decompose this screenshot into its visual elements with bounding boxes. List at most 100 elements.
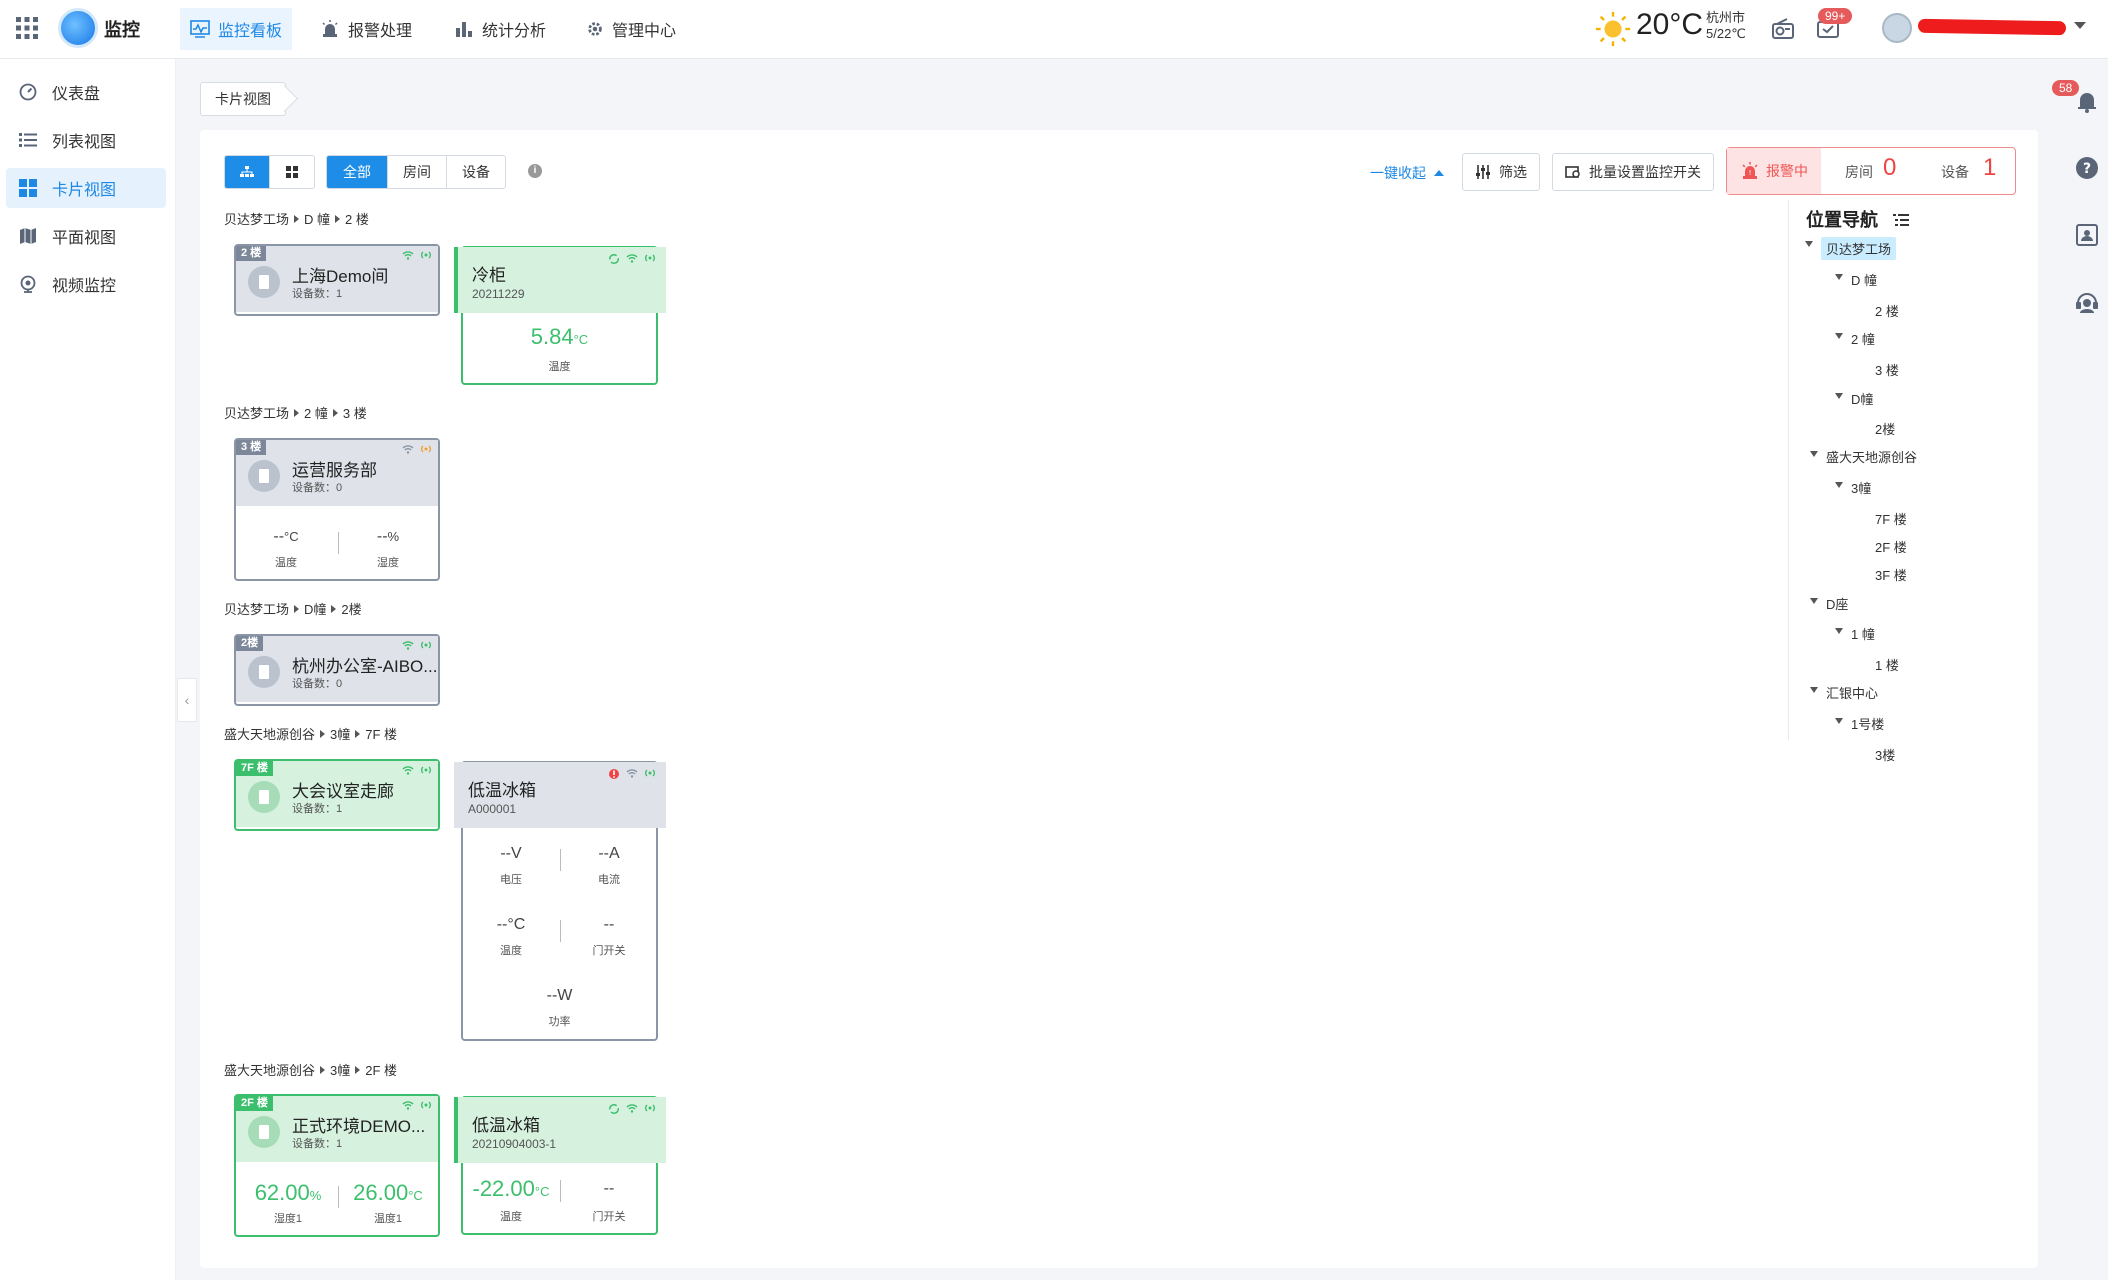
- tree-node[interactable]: D幢: [1835, 389, 1873, 408]
- tree-list-icon[interactable]: [1893, 214, 1910, 226]
- alarm-device-count[interactable]: 1: [1983, 154, 1996, 182]
- chevron-down-icon[interactable]: [2074, 22, 2086, 29]
- screen-user-icon[interactable]: [2074, 222, 2100, 248]
- room-card[interactable]: 2 楼 上海Demo间 设备数：1: [234, 244, 440, 316]
- sidebar: 仪表盘 列表视图 卡片视图 平面视图 视频监控: [0, 59, 176, 1280]
- device-card[interactable]: 冷柜 20211229 5.84°C 温度: [454, 246, 666, 385]
- tree-node[interactable]: 3楼: [1875, 745, 1895, 764]
- device-count: 设备数：1: [292, 803, 343, 815]
- nav-monitor-board[interactable]: 监控看板: [180, 8, 293, 50]
- sidebar-item-label: 仪表盘: [52, 86, 101, 103]
- room-card[interactable]: 7F 楼 大会议室走廊 设备数：1: [234, 759, 440, 831]
- divider: [338, 532, 339, 554]
- sidebar-item-video[interactable]: 视频监控: [6, 264, 166, 304]
- divider: [338, 1186, 339, 1208]
- path-segment: 贝达梦工场: [224, 602, 290, 617]
- room-card-header: 3 楼 运营服务部 设备数：0: [236, 440, 438, 506]
- tree-node[interactable]: D座: [1810, 594, 1848, 613]
- sidebar-item-plan-view[interactable]: 平面视图: [6, 216, 166, 256]
- caret-down-icon[interactable]: [1835, 482, 1843, 488]
- device-name: 冷柜: [472, 266, 506, 285]
- value-unit: %: [309, 1188, 322, 1203]
- filter-room-button[interactable]: 房间: [388, 156, 447, 188]
- caret-down-icon[interactable]: [1835, 333, 1843, 339]
- tree-node[interactable]: 盛大天地源创谷: [1810, 447, 1917, 466]
- value-unit: °C: [573, 332, 589, 347]
- nav-alarm-handling[interactable]: 报警处理: [310, 8, 422, 50]
- caret-right-icon: [332, 409, 338, 417]
- room-card[interactable]: 2楼 杭州办公室-AIBO... 设备数：0: [234, 634, 440, 706]
- room-card[interactable]: 2F 楼 正式环境DEMO... 设备数：1 62.00% 湿度1 26.00°…: [234, 1094, 440, 1237]
- wifi-icon: [402, 251, 414, 260]
- tree-node[interactable]: 2 幢: [1835, 329, 1875, 348]
- tree-node[interactable]: 7F 楼: [1875, 509, 1907, 528]
- reading-label: 电压: [500, 874, 522, 886]
- avatar[interactable]: [1882, 13, 1912, 43]
- tree-node[interactable]: 2楼: [1875, 419, 1895, 438]
- tree-node[interactable]: 3F 楼: [1875, 565, 1907, 584]
- caret-down-icon[interactable]: [1835, 393, 1843, 399]
- room-name: 运营服务部: [292, 461, 377, 480]
- sidebar-item-card-view[interactable]: 卡片视图: [6, 168, 166, 208]
- alarm-status[interactable]: ! 报警中: [1727, 148, 1821, 194]
- nav-statistics[interactable]: 统计分析: [444, 8, 556, 50]
- radio-icon[interactable]: [1770, 16, 1796, 42]
- caret-down-icon[interactable]: [1810, 687, 1818, 693]
- reading-label: 温度: [500, 1211, 522, 1223]
- caret-down-icon[interactable]: [1810, 451, 1818, 457]
- alarm-summary[interactable]: ! 报警中 房间 0 设备 1: [1726, 147, 2016, 195]
- nav-management[interactable]: 管理中心: [576, 8, 686, 50]
- tree-node[interactable]: 贝达梦工场: [1805, 237, 1897, 260]
- caret-down-icon[interactable]: [1835, 718, 1843, 724]
- filter-all-button[interactable]: 全部: [327, 156, 388, 188]
- app-grid-icon[interactable]: [15, 16, 39, 40]
- caret-down-icon[interactable]: [1835, 274, 1843, 280]
- caret-down-icon[interactable]: [1810, 598, 1818, 604]
- device-card[interactable]: 低温冰箱 20210904003-1 -22.00°C 温度 -- 门开关: [454, 1096, 666, 1235]
- tree-node[interactable]: 3 楼: [1875, 360, 1899, 379]
- sidebar-item-label: 列表视图: [52, 134, 117, 151]
- tree-node[interactable]: 2 楼: [1875, 301, 1899, 320]
- sidebar-item-list-view[interactable]: 列表视图: [6, 120, 166, 160]
- tree-node[interactable]: 1号楼: [1835, 714, 1884, 733]
- room-card-header: 2 楼 上海Demo间 设备数：1: [236, 246, 438, 312]
- help-icon[interactable]: ?: [2074, 155, 2100, 181]
- info-icon[interactable]: i: [528, 164, 542, 178]
- alarm-room-count[interactable]: 0: [1883, 154, 1896, 182]
- reading-value: --%: [348, 528, 428, 546]
- collapse-all-link[interactable]: 一键收起: [1370, 163, 1444, 183]
- batch-monitor-switch-button[interactable]: 批量设置监控开关: [1552, 153, 1714, 191]
- tree-node-label: 2楼: [1875, 422, 1896, 437]
- device-count: 设备数：0: [292, 482, 343, 494]
- tree-node-label: D 幢: [1851, 273, 1878, 288]
- tree-node[interactable]: 1 楼: [1875, 655, 1899, 674]
- batch-button-label: 批量设置监控开关: [1589, 164, 1701, 180]
- customer-service-icon[interactable]: [2074, 289, 2100, 315]
- tree-node[interactable]: 3幢: [1835, 478, 1871, 497]
- filter-button[interactable]: 筛选: [1462, 153, 1540, 191]
- filter-device-button[interactable]: 设备: [447, 156, 505, 188]
- tree-node[interactable]: 1 幢: [1835, 624, 1875, 643]
- caret-right-icon: [355, 1066, 361, 1074]
- sidebar-item-dashboard[interactable]: 仪表盘: [6, 72, 166, 112]
- status-icons: [402, 250, 432, 260]
- room-card[interactable]: 3 楼 运营服务部 设备数：0 --°C 温度 --% 湿度: [234, 438, 440, 581]
- room-name: 上海Demo间: [292, 267, 389, 286]
- breadcrumb-label: 卡片视图: [215, 91, 271, 107]
- grid-view-button[interactable]: [270, 156, 314, 188]
- tree-view-button[interactable]: [225, 156, 270, 188]
- tree-node[interactable]: 2F 楼: [1875, 537, 1907, 556]
- grid-icon: [286, 166, 298, 178]
- tree-node-label: 贝达梦工场: [1826, 242, 1892, 257]
- caret-down-icon[interactable]: [1805, 241, 1813, 247]
- caret-down-icon[interactable]: [1835, 628, 1843, 634]
- tree-node-label: 7F 楼: [1875, 512, 1907, 527]
- wifi-icon: [402, 766, 414, 775]
- app-logo: [58, 8, 98, 48]
- sidebar-collapse-toggle[interactable]: ‹: [177, 678, 197, 722]
- tree-node[interactable]: D 幢: [1835, 270, 1878, 289]
- breadcrumb-tab[interactable]: 卡片视图: [200, 82, 286, 116]
- device-card[interactable]: 低温冰箱 A000001 --V 电压 --A 电流 --°C 温度 -- 门开…: [454, 761, 666, 1041]
- weather-temperature: 20°C: [1636, 8, 1704, 41]
- tree-node[interactable]: 汇银中心: [1810, 683, 1878, 702]
